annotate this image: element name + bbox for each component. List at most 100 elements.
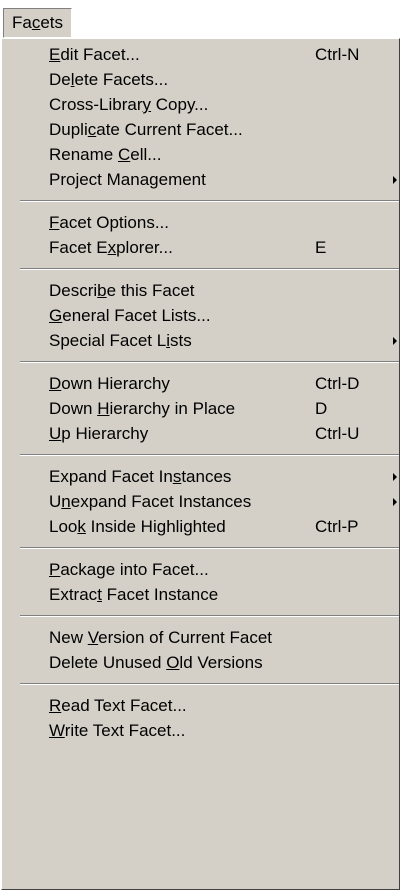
menu-item-shortcut: Ctrl-N xyxy=(315,45,360,64)
menu-item-mnemonic: F xyxy=(49,213,60,232)
facets-dropdown-menu: Edit Facet... Ctrl-N Delete Facets... Cross… xyxy=(1,38,400,890)
menu-item-project-management[interactable]: Project Management xyxy=(2,167,399,192)
menu-item-describe-this-facet[interactable]: Describe this Facet xyxy=(2,278,399,303)
menu-item-unexpand-facet-instances[interactable]: Unexpand Facet Instances xyxy=(2,489,399,514)
menu-item-label: De xyxy=(49,70,71,89)
menu-item-mnemonic: D xyxy=(49,374,62,393)
menu-item-facet-options[interactable]: Facet Options... xyxy=(2,210,399,235)
menu-item-read-text-facet[interactable]: Read Text Facet... xyxy=(2,693,399,718)
menu-item-mnemonic: U xyxy=(49,424,62,443)
menu-separator xyxy=(2,260,399,278)
menu-item-mnemonic: E xyxy=(49,45,61,64)
menu-item-down-hierarchy[interactable]: Down Hierarchy Ctrl-D xyxy=(2,371,399,396)
menu-item-label: sts xyxy=(169,331,192,350)
menu-item-label: Extrac xyxy=(49,585,98,604)
submenu-arrow-icon xyxy=(393,498,397,506)
menu-item-label: rite Text Facet... xyxy=(64,721,186,740)
menu-item-label: dit Facet... xyxy=(60,45,140,64)
menu-item-label: ld Versions xyxy=(179,653,263,672)
menu-item-mnemonic: b xyxy=(97,281,107,300)
menu-item-label: Down xyxy=(49,399,98,418)
menu-item-special-facet-lists[interactable]: Special Facet Lists xyxy=(2,328,399,353)
menu-item-look-inside-highlighted[interactable]: Look Inside Highlighted Ctrl-P xyxy=(2,514,399,539)
menu-item-mnemonic: P xyxy=(49,560,61,579)
menu-item-shortcut: Ctrl-U xyxy=(315,424,360,443)
menu-item-mnemonic: k xyxy=(77,517,86,536)
menu-item-mnemonic: G xyxy=(49,306,63,325)
menu-item-label: Special Facet L xyxy=(49,331,167,350)
menu-item-shortcut: Ctrl-P xyxy=(315,517,359,536)
submenu-arrow-icon xyxy=(393,473,397,481)
menu-item-write-text-facet[interactable]: Write Text Facet... xyxy=(2,718,399,743)
menu-item-label: ead Text Facet... xyxy=(61,696,187,715)
menu-item-shortcut: E xyxy=(315,238,327,257)
menu-item-mnemonic: c xyxy=(87,120,97,139)
menu-item-label: Inside Highlighted xyxy=(85,517,226,536)
menu-item-label: U xyxy=(49,492,62,511)
menu-item-label: ate Current Facet... xyxy=(96,120,243,139)
menu-item-new-version-of-current-facet[interactable]: New Version of Current Facet xyxy=(2,625,399,650)
menu-item-label: eneral Facet Lists... xyxy=(62,306,211,325)
menu-item-mnemonic: n xyxy=(61,492,71,511)
menu-facets-label-pre: Fa xyxy=(12,13,32,32)
menu-item-mnemonic: H xyxy=(97,399,110,418)
menu-item-label: Expand Facet In xyxy=(49,467,173,486)
menu-item-shortcut: D xyxy=(315,399,328,418)
menu-item-label: e this Facet xyxy=(106,281,195,300)
menu-item-label: ackage into Facet... xyxy=(60,560,209,579)
menu-item-label: Project Management xyxy=(49,170,206,189)
menu-separator xyxy=(2,539,399,557)
menu-item-delete-facets[interactable]: Delete Facets... xyxy=(2,67,399,92)
menu-separator xyxy=(2,607,399,625)
menu-item-mnemonic: x xyxy=(107,238,117,257)
menu-item-mnemonic: C xyxy=(117,145,131,164)
submenu-arrow-icon xyxy=(393,176,397,184)
menu-item-delete-unused-old-versions[interactable]: Delete Unused Old Versions xyxy=(2,650,399,675)
menu-bar: Facets xyxy=(0,0,400,38)
menu-item-expand-facet-instances[interactable]: Expand Facet Instances xyxy=(2,464,399,489)
menu-item-label: tances xyxy=(181,467,232,486)
menu-item-label: Facet E xyxy=(49,238,108,257)
menu-item-rename-cell[interactable]: Rename Cell... xyxy=(2,142,399,167)
menu-item-label: own Hierarchy xyxy=(61,374,170,393)
menu-item-label: New xyxy=(49,628,88,647)
menu-item-duplicate-current-facet[interactable]: Duplicate Current Facet... xyxy=(2,117,399,142)
menu-item-label: ersion of Current Facet xyxy=(98,628,272,647)
menu-item-extract-facet-instance[interactable]: Extract Facet Instance xyxy=(2,582,399,607)
menu-item-package-into-facet[interactable]: Package into Facet... xyxy=(2,557,399,582)
menu-item-mnemonic: y xyxy=(142,95,152,114)
menu-item-down-hierarchy-in-place[interactable]: Down Hierarchy in Place D xyxy=(2,396,399,421)
menu-item-label: Copy... xyxy=(151,95,209,114)
menu-item-mnemonic: R xyxy=(49,696,62,715)
menu-item-general-facet-lists[interactable]: General Facet Lists... xyxy=(2,303,399,328)
menu-item-label: Rename xyxy=(49,145,118,164)
menu-separator xyxy=(2,192,399,210)
menu-item-cross-library-copy[interactable]: Cross-Library Copy... xyxy=(2,92,399,117)
menu-item-label: Facet Instance xyxy=(101,585,219,604)
menu-facets[interactable]: Facets xyxy=(3,8,73,38)
menu-item-label: p Hierarchy xyxy=(61,424,149,443)
menu-item-mnemonic: V xyxy=(87,628,99,647)
menu-item-label: ete Facets... xyxy=(74,70,169,89)
menu-facets-label-post: ets xyxy=(40,13,64,32)
menu-item-mnemonic: O xyxy=(166,653,180,672)
menu-item-label: plorer... xyxy=(116,238,173,257)
submenu-arrow-icon xyxy=(393,337,397,345)
menu-item-label: Cross-Librar xyxy=(49,95,143,114)
menu-item-mnemonic: W xyxy=(49,721,65,740)
menu-item-label: Dupli xyxy=(49,120,88,139)
menu-item-label: ierarchy in Place xyxy=(109,399,236,418)
menu-item-up-hierarchy[interactable]: Up Hierarchy Ctrl-U xyxy=(2,421,399,446)
menu-item-label: acet Options... xyxy=(59,213,170,232)
menu-separator xyxy=(2,675,399,693)
menu-item-label: Loo xyxy=(49,517,78,536)
menu-item-label: Delete Unused xyxy=(49,653,167,672)
menu-item-label: ell... xyxy=(130,145,162,164)
menu-item-edit-facet[interactable]: Edit Facet... Ctrl-N xyxy=(2,42,399,67)
menu-separator xyxy=(2,353,399,371)
menu-separator xyxy=(2,446,399,464)
menu-item-facet-explorer[interactable]: Facet Explorer... E xyxy=(2,235,399,260)
menu-item-label: Descri xyxy=(49,281,98,300)
menu-item-label: expand Facet Instances xyxy=(70,492,252,511)
menu-item-shortcut: Ctrl-D xyxy=(315,374,360,393)
